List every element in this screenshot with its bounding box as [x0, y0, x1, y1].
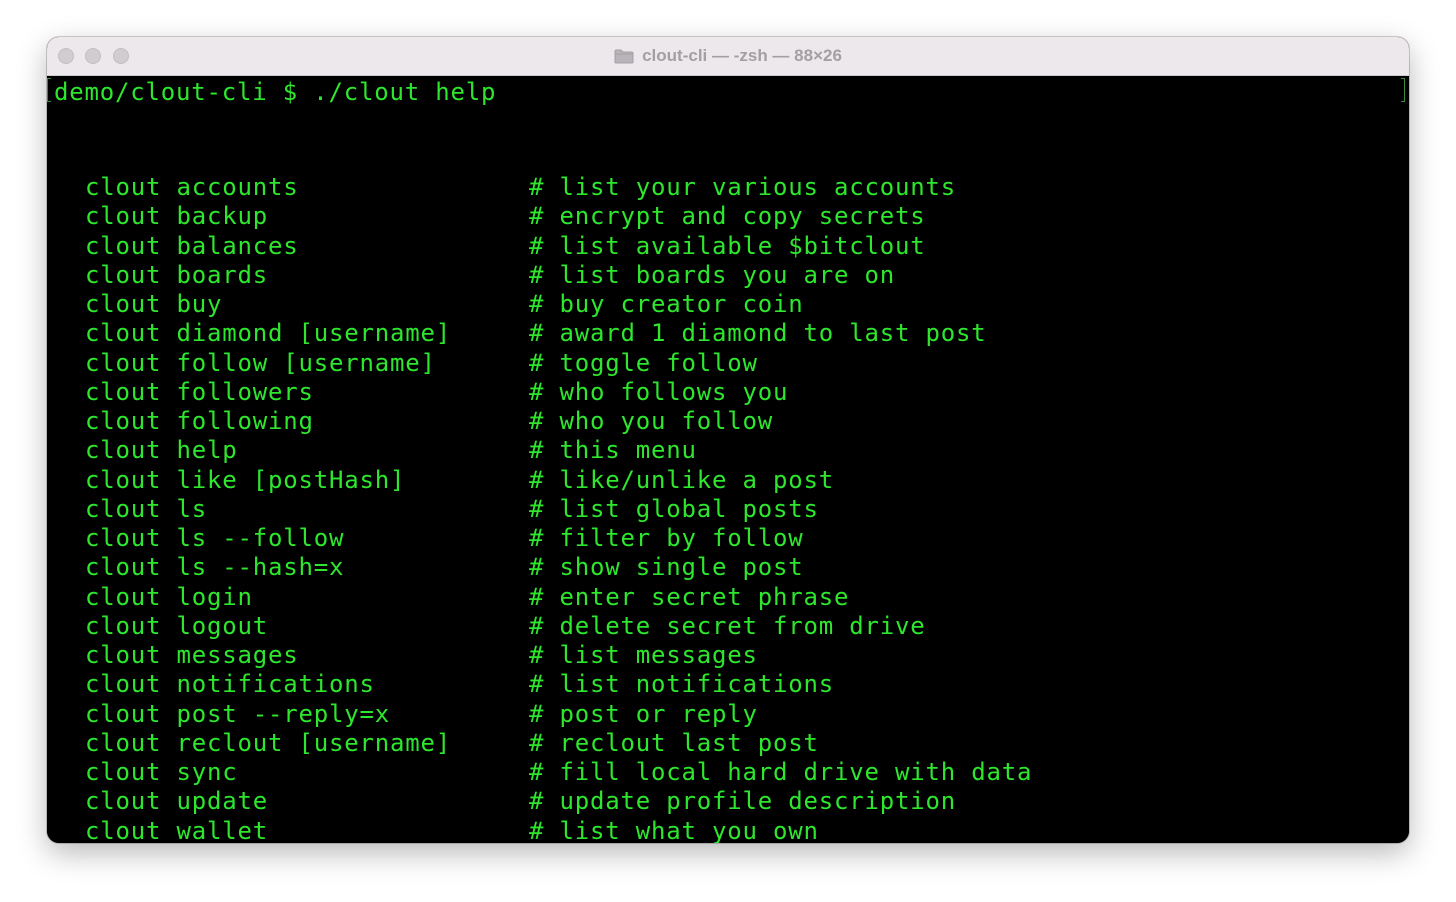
help-row: clout wallet # list what you own: [47, 817, 1409, 844]
command-text: clout reclout [username]: [85, 728, 451, 757]
help-row: clout help # this menu: [47, 436, 1409, 465]
command-description: # fill local hard drive with data: [529, 758, 1033, 786]
terminal-content[interactable]: demo/clout-cli $ ./clout help clout acco…: [47, 76, 1409, 843]
command-text: clout update: [85, 787, 268, 816]
command-description: # delete secret from drive: [529, 611, 926, 640]
command-description: # buy creator coin: [529, 290, 804, 318]
command-text: clout sync: [85, 758, 238, 786]
help-row: clout logout # delete secret from drive: [47, 612, 1409, 641]
command-text: clout wallet: [85, 816, 268, 844]
command-description: # list your various accounts: [529, 173, 956, 201]
command-description: # list available $bitclout: [529, 231, 926, 260]
command-description: # post or reply: [529, 699, 758, 728]
command-description: # like/unlike a post: [529, 465, 834, 494]
command-description: # update profile description: [529, 787, 956, 816]
help-row: clout reclout [username] # reclout last p…: [47, 729, 1409, 758]
help-row: clout ls --hash=x # show single post: [47, 553, 1409, 582]
window-title-container: clout-cli — -zsh — 88×26: [47, 37, 1409, 75]
help-row: clout ls --follow # filter by follow: [47, 524, 1409, 553]
help-row: clout boards # list boards you are on: [47, 261, 1409, 290]
command-description: # this menu: [529, 436, 697, 465]
command-text: clout help: [85, 436, 238, 465]
terminal-window: clout-cli — -zsh — 88×26 demo/clout-cli …: [47, 37, 1409, 843]
help-row: clout balances # list available $bitclout: [47, 232, 1409, 261]
command-description: # encrypt and copy secrets: [529, 202, 926, 231]
command-text: clout notifications: [85, 670, 375, 699]
help-row: clout follow [username] # toggle follow: [47, 349, 1409, 378]
command-text: clout following: [85, 407, 314, 435]
help-row: clout post --reply=x # post or reply: [47, 700, 1409, 729]
command-text: clout backup: [85, 202, 268, 231]
command-text: clout ls --follow: [85, 524, 345, 552]
command-text: clout diamond [username]: [85, 319, 451, 348]
help-row: clout ls # list global posts: [47, 495, 1409, 524]
command-text: clout accounts: [85, 173, 299, 201]
folder-icon: [614, 49, 634, 63]
command-text: clout buy: [85, 290, 223, 318]
command-text: clout boards: [85, 260, 268, 289]
help-row: clout like [postHash] # like/unlike a pos…: [47, 466, 1409, 495]
command-text: clout messages: [85, 641, 299, 669]
help-output: clout accounts # list your various accoun…: [47, 173, 1409, 843]
help-row: clout sync # fill local hard drive with d…: [47, 758, 1409, 787]
help-row: clout messages # list messages: [47, 641, 1409, 670]
command-description: # list global posts: [529, 494, 819, 523]
prompt-line: demo/clout-cli $ ./clout help: [54, 78, 497, 106]
command-description: # filter by follow: [529, 524, 804, 552]
mark-bracket-right: [1401, 78, 1405, 102]
command-text: clout followers: [85, 377, 314, 406]
command-text: clout ls: [85, 494, 207, 523]
help-row: clout following # who you follow: [47, 407, 1409, 436]
command-text: clout ls --hash=x: [85, 553, 345, 582]
command-text: clout logout: [85, 611, 268, 640]
help-row: clout notifications # list notifications: [47, 670, 1409, 699]
command-description: # who follows you: [529, 377, 789, 406]
help-row: clout login # enter secret phrase: [47, 583, 1409, 612]
command-text: clout post --reply=x: [85, 699, 390, 728]
command-description: # reclout last post: [529, 728, 819, 757]
command-description: # list notifications: [529, 670, 834, 699]
command-text: clout balances: [85, 231, 299, 260]
command-description: # enter secret phrase: [529, 582, 850, 611]
help-row: clout backup # encrypt and copy secrets: [47, 202, 1409, 231]
help-row: clout followers # who follows you: [47, 378, 1409, 407]
command-text: clout follow [username]: [85, 348, 436, 377]
help-row: clout buy # buy creator coin: [47, 290, 1409, 319]
help-row: clout accounts # list your various accoun…: [47, 173, 1409, 202]
command-description: # who you follow: [529, 407, 773, 435]
command-description: # list messages: [529, 641, 758, 669]
window-title: clout-cli — -zsh — 88×26: [642, 46, 842, 65]
help-row: clout update # update profile description: [47, 787, 1409, 816]
command-description: # award 1 diamond to last post: [529, 319, 987, 348]
help-row: clout diamond [username] # award 1 diamon…: [47, 319, 1409, 348]
command-description: # toggle follow: [529, 348, 758, 377]
command-description: # show single post: [529, 553, 804, 582]
mark-bracket-left: [47, 78, 51, 102]
command-text: clout like [postHash]: [85, 465, 406, 494]
command-text: clout login: [85, 582, 253, 611]
command-description: # list boards you are on: [529, 260, 895, 289]
command-description: # list what you own: [529, 816, 819, 844]
title-bar[interactable]: clout-cli — -zsh — 88×26: [47, 37, 1409, 76]
